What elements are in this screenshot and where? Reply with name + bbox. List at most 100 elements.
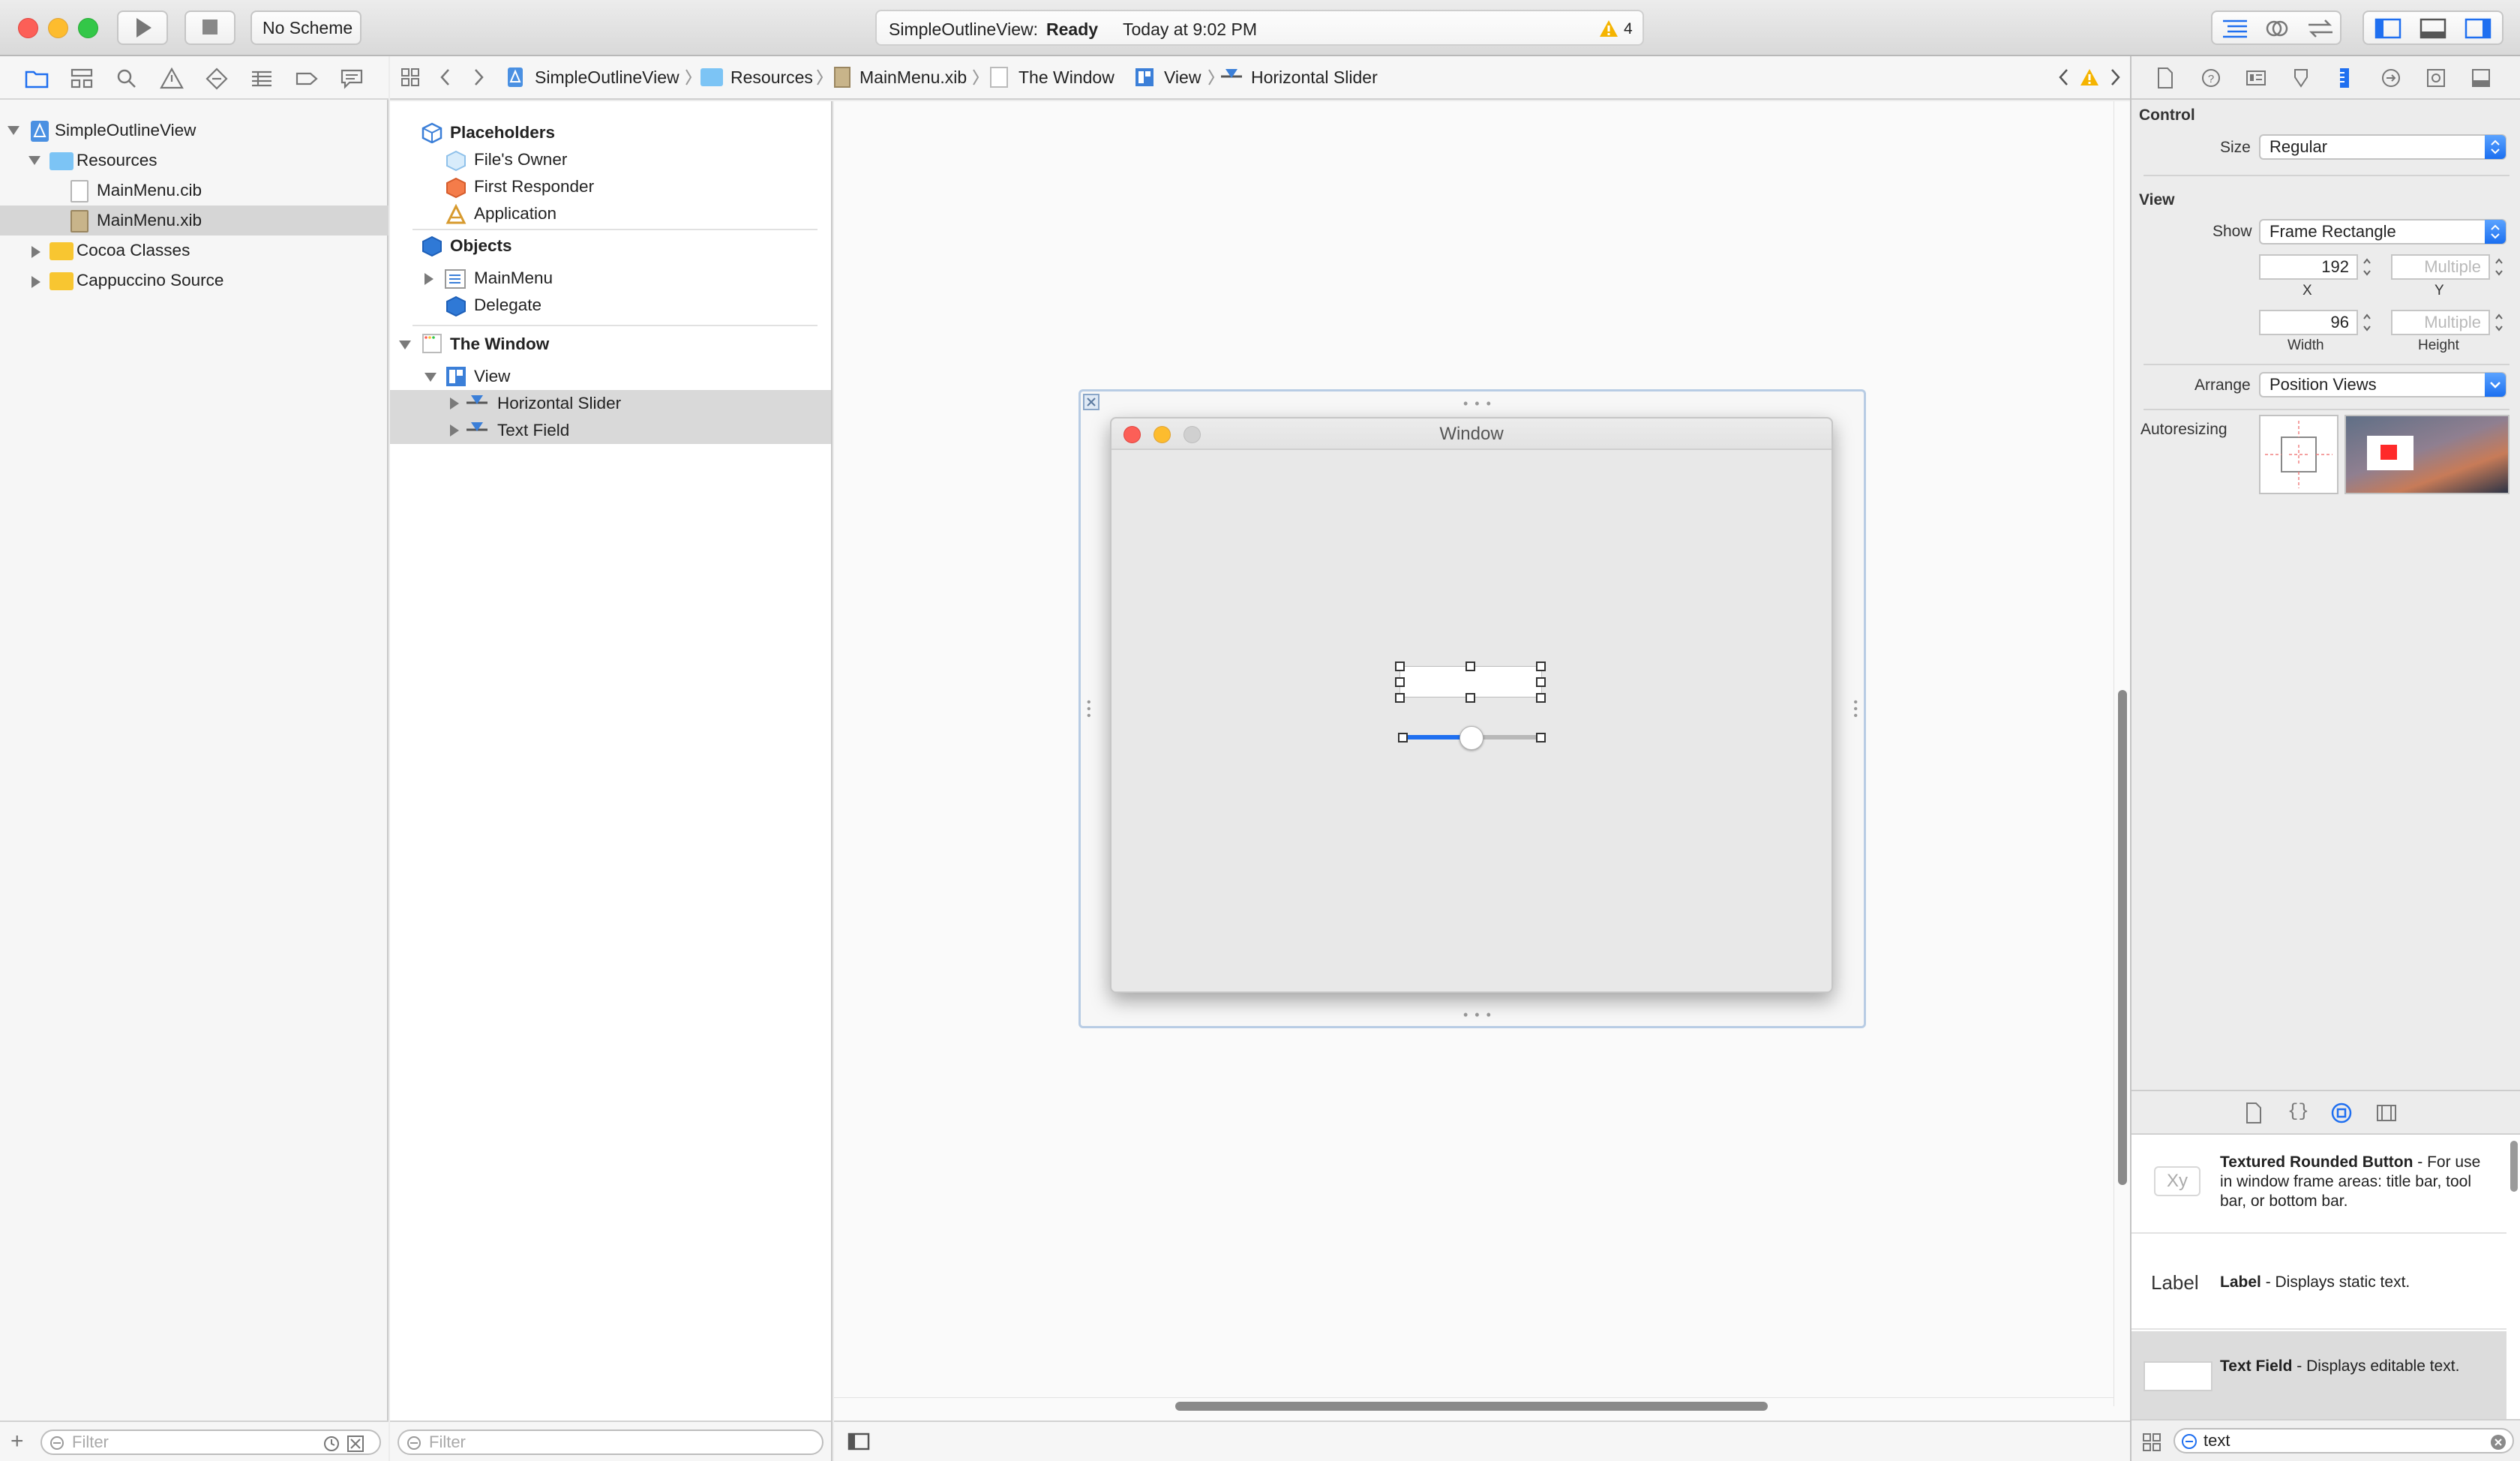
quick-help-icon[interactable]: ? xyxy=(2200,68,2222,88)
designed-window[interactable]: Window xyxy=(1110,417,1833,993)
x-field[interactable]: 192 xyxy=(2259,254,2358,280)
size-popup[interactable]: Regular xyxy=(2259,134,2506,160)
disclosure-closed-icon[interactable] xyxy=(424,273,434,285)
toggle-utilities-icon[interactable] xyxy=(2464,18,2492,39)
warning-icon[interactable] xyxy=(2079,68,2100,87)
selection-handle[interactable] xyxy=(1536,693,1546,703)
report-navigator-icon[interactable] xyxy=(339,66,364,92)
breadcrumb-mainmenu-xib[interactable]: MainMenu.xib xyxy=(860,56,967,98)
previous-issue-icon[interactable] xyxy=(2056,68,2072,87)
outline-item-view[interactable]: View xyxy=(390,363,831,390)
issue-navigator-icon[interactable] xyxy=(159,66,184,92)
outline-item-delegate[interactable]: Delegate xyxy=(390,292,831,319)
disclosure-open-icon[interactable] xyxy=(28,156,40,165)
outline-item-application[interactable]: Application xyxy=(390,200,831,227)
debug-navigator-icon[interactable] xyxy=(249,66,274,92)
selection-handle[interactable] xyxy=(1536,662,1546,671)
test-navigator-icon[interactable] xyxy=(204,66,230,92)
breadcrumb-window[interactable]: The Window xyxy=(1018,56,1114,98)
scheme-selector[interactable]: No Scheme xyxy=(250,10,362,45)
size-inspector-icon[interactable] xyxy=(2336,67,2354,89)
disclosure-open-icon[interactable] xyxy=(8,126,20,135)
outline-item-text-field[interactable]: Text Field xyxy=(390,417,831,444)
autoresizing-mask-editor[interactable] xyxy=(2259,415,2338,494)
height-field[interactable]: Multiple xyxy=(2391,310,2490,335)
identity-inspector-icon[interactable] xyxy=(2246,68,2266,88)
clear-search-icon[interactable] xyxy=(2490,1434,2506,1450)
run-button[interactable] xyxy=(117,10,168,45)
toggle-navigator-icon[interactable] xyxy=(2374,18,2402,39)
selection-handle[interactable] xyxy=(1398,733,1408,742)
selection-handle[interactable] xyxy=(1395,677,1405,687)
height-stepper[interactable] xyxy=(2493,310,2505,335)
toggle-debug-area-icon[interactable] xyxy=(2420,18,2446,39)
horizontal-scrollbar[interactable] xyxy=(834,1397,2114,1414)
related-items-icon[interactable] xyxy=(400,68,420,87)
disclosure-open-icon[interactable] xyxy=(399,340,411,350)
show-popup[interactable]: Frame Rectangle xyxy=(2259,219,2506,244)
file-template-library-icon[interactable] xyxy=(2244,1102,2264,1124)
media-library-icon[interactable] xyxy=(2376,1102,2397,1124)
add-icon[interactable]: + xyxy=(10,1430,24,1453)
minimize-window-button[interactable] xyxy=(48,18,68,38)
disclosure-closed-icon[interactable] xyxy=(32,246,40,258)
tree-item-cocoa-classes[interactable]: Cocoa Classes xyxy=(0,236,388,266)
close-window-button[interactable] xyxy=(18,18,38,38)
scene-close-icon[interactable] xyxy=(1083,394,1100,410)
code-snippet-library-icon[interactable]: {} xyxy=(2288,1102,2309,1122)
forward-icon[interactable] xyxy=(471,68,486,87)
navigator-filter-field[interactable]: Filter xyxy=(40,1430,381,1455)
library-item-text-field[interactable]: Text Field - Displays editable text. xyxy=(2132,1331,2506,1421)
attributes-inspector-icon[interactable] xyxy=(2290,67,2312,89)
library-item-label[interactable]: Label Label - Displays static text. xyxy=(2132,1235,2506,1330)
object-library-icon[interactable] xyxy=(2331,1102,2352,1124)
outline-item-horizontal-slider[interactable]: Horizontal Slider xyxy=(390,390,831,417)
breadcrumb-horizontal-slider[interactable]: Horizontal Slider xyxy=(1251,56,1378,98)
tree-item-project[interactable]: SimpleOutlineView xyxy=(0,116,388,146)
outline-section-window[interactable]: The Window xyxy=(390,331,831,358)
disclosure-closed-icon[interactable] xyxy=(32,276,40,288)
slider-knob[interactable] xyxy=(1460,726,1484,750)
resize-grip-top[interactable]: • • • xyxy=(1463,396,1492,412)
outline-item-mainmenu[interactable]: MainMenu xyxy=(390,265,831,292)
outline-item-files-owner[interactable]: File's Owner xyxy=(390,146,831,173)
tree-item-mainmenu-cib[interactable]: MainMenu.cib xyxy=(0,176,388,206)
selection-handle[interactable] xyxy=(1536,677,1546,687)
resize-grip-right[interactable]: • • • xyxy=(1853,697,1858,722)
folder-icon[interactable] xyxy=(24,66,50,92)
next-issue-icon[interactable] xyxy=(2108,68,2122,87)
disclosure-open-icon[interactable] xyxy=(424,373,436,382)
back-icon[interactable] xyxy=(438,68,453,87)
disclosure-closed-icon[interactable] xyxy=(450,398,459,410)
arrange-popup[interactable]: Position Views xyxy=(2259,372,2506,398)
y-field[interactable]: Multiple xyxy=(2391,254,2490,280)
x-stepper[interactable] xyxy=(2361,254,2373,280)
selection-handle[interactable] xyxy=(1536,733,1546,742)
connections-inspector-icon[interactable] xyxy=(2380,68,2402,88)
outline-section-placeholders[interactable]: Placeholders xyxy=(390,119,831,146)
standard-editor-icon[interactable] xyxy=(2222,18,2248,39)
selection-handle[interactable] xyxy=(1395,662,1405,671)
source-control-filter-icon[interactable] xyxy=(346,1435,364,1453)
library-scroll-thumb[interactable] xyxy=(2510,1141,2518,1192)
y-stepper[interactable] xyxy=(2493,254,2505,280)
outline-section-objects[interactable]: Objects xyxy=(390,232,831,260)
vertical-scroll-thumb[interactable] xyxy=(2118,690,2127,1185)
outline-filter-field[interactable]: Filter xyxy=(398,1430,824,1455)
warning-icon[interactable] xyxy=(1598,19,1619,38)
tree-item-cappuccino-source[interactable]: Cappuccino Source xyxy=(0,266,388,296)
selection-handle[interactable] xyxy=(1466,693,1475,703)
breadcrumb-project[interactable]: SimpleOutlineView xyxy=(535,56,680,98)
tree-item-resources[interactable]: Resources xyxy=(0,146,388,176)
breadcrumb-view[interactable]: View xyxy=(1164,56,1201,98)
library-search-field[interactable]: text xyxy=(2174,1428,2514,1454)
stop-button[interactable] xyxy=(184,10,236,45)
disclosure-closed-icon[interactable] xyxy=(450,424,459,436)
breadcrumb-resources[interactable]: Resources xyxy=(730,56,813,98)
width-stepper[interactable] xyxy=(2361,310,2373,335)
selection-handle[interactable] xyxy=(1395,693,1405,703)
outline-item-first-responder[interactable]: First Responder xyxy=(390,173,831,200)
search-icon[interactable] xyxy=(114,66,140,92)
symbol-navigator-icon[interactable] xyxy=(69,66,94,92)
width-field[interactable]: 96 xyxy=(2259,310,2358,335)
